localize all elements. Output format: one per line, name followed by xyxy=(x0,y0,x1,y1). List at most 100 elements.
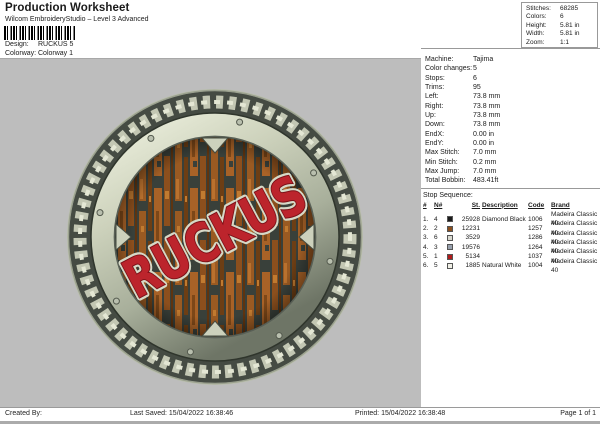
stat-value: 6 xyxy=(560,13,564,21)
info-label: Up: xyxy=(425,111,473,120)
machine-info-row: Machine:Tajima xyxy=(425,55,600,64)
machine-info: Machine:Tajima Color changes:5 Stops:6 T… xyxy=(421,49,600,186)
rivet-icon xyxy=(237,119,243,125)
machine-info-row: Left:73.8 mm xyxy=(425,92,600,101)
rivet-icon xyxy=(187,349,193,355)
machine-info-row: Up:73.8 mm xyxy=(425,111,600,120)
machine-info-row: EndX:0.00 in xyxy=(425,130,600,139)
stat-label: Zoom: xyxy=(526,39,560,47)
thread-color-swatch xyxy=(447,254,453,260)
stop-sequence-table: # N# St. Description Code Brand 1.4 2592… xyxy=(423,201,600,266)
machine-info-row: Stops:6 xyxy=(425,74,600,83)
info-label: Right: xyxy=(425,102,473,111)
stat-label: Width: xyxy=(526,30,560,38)
stat-value: 5.81 in xyxy=(560,30,580,38)
machine-info-row: Min Stitch:0.2 mm xyxy=(425,158,600,167)
design-row: Design: RUCKUS 5 xyxy=(5,40,73,49)
thread-color-swatch xyxy=(447,235,453,241)
info-value: 73.8 mm xyxy=(473,111,500,120)
machine-info-row: Total Bobbin:483.41ft xyxy=(425,176,600,185)
info-value: 6 xyxy=(473,74,477,83)
col-description: Description xyxy=(482,201,528,210)
info-value: 73.8 mm xyxy=(473,92,500,101)
rivet-icon xyxy=(97,210,103,216)
info-label: Max Stitch: xyxy=(425,148,473,157)
rivet-icon xyxy=(113,298,119,304)
rivet-icon xyxy=(327,258,333,264)
info-label: Left: xyxy=(425,92,473,101)
info-value: Tajima xyxy=(473,55,493,64)
machine-info-row: Max Stitch:7.0 mm xyxy=(425,148,600,157)
design-label: Design: xyxy=(5,40,38,49)
stop-sequence-header: # N# St. Description Code Brand xyxy=(423,201,600,210)
stat-row: Height:5.81 in xyxy=(526,22,597,30)
info-label: Min Stitch: xyxy=(425,158,473,167)
col-brand: Brand xyxy=(551,201,600,210)
info-value: 7.0 mm xyxy=(473,148,496,157)
stat-row: Width:5.81 in xyxy=(526,30,597,38)
info-value: 0.00 in xyxy=(473,139,494,148)
stat-row: Zoom:1:1 xyxy=(526,39,597,47)
stat-value: 5.81 in xyxy=(560,22,580,30)
machine-info-row: Color changes:5 xyxy=(425,64,600,73)
stat-value: 68285 xyxy=(560,5,578,13)
info-label: EndX: xyxy=(425,130,473,139)
info-value: 73.8 mm xyxy=(473,102,500,111)
info-value: 483.41ft xyxy=(473,176,498,185)
info-label: Total Bobbin: xyxy=(425,176,473,185)
info-label: Stops: xyxy=(425,74,473,83)
thread-color-swatch xyxy=(447,216,453,222)
info-value: 0.00 in xyxy=(473,130,494,139)
colorway-value: Colorway 1 xyxy=(38,49,73,58)
thread-color-swatch xyxy=(447,226,453,232)
col-n: N# xyxy=(434,201,447,210)
page-title: Production Worksheet xyxy=(5,2,129,14)
info-label: Color changes: xyxy=(425,64,473,73)
page-number: Page 1 of 1 xyxy=(560,410,596,417)
machine-info-row: EndY:0.00 in xyxy=(425,139,600,148)
design-value: RUCKUS 5 xyxy=(38,40,73,49)
col-code: Code xyxy=(528,201,551,210)
stat-label: Height: xyxy=(526,22,560,30)
col-st: St. xyxy=(457,201,482,210)
stat-row: Colors:6 xyxy=(526,13,597,21)
col-num: # xyxy=(423,201,434,210)
stat-row: Stitches:68285 xyxy=(526,5,597,13)
machine-info-row: Trims:95 xyxy=(425,83,600,92)
stop-sequence-section: Stop Sequence: # N# St. Description Code… xyxy=(421,188,600,266)
thread-color-swatch xyxy=(447,244,453,250)
embroidery-badge: RUCKUS RUCKUS xyxy=(65,87,365,387)
colorway-row: Colorway: Colorway 1 xyxy=(5,49,73,58)
printed-text: Printed: 15/04/2022 16:38:48 xyxy=(355,410,445,417)
design-meta: Design: RUCKUS 5 Colorway: Colorway 1 xyxy=(5,40,73,58)
barcode-icon xyxy=(4,26,76,40)
machine-info-row: Right:73.8 mm xyxy=(425,102,600,111)
info-value: 5 xyxy=(473,64,477,73)
rivet-icon xyxy=(311,170,317,176)
app-subtitle: Wilcom EmbroideryStudio – Level 3 Advanc… xyxy=(5,16,149,23)
stat-label: Colors: xyxy=(526,13,560,21)
design-canvas: RUCKUS RUCKUS xyxy=(0,59,421,407)
info-label: Max Jump: xyxy=(425,167,473,176)
colorway-label: Colorway: xyxy=(5,49,38,58)
info-value: 0.2 mm xyxy=(473,158,496,167)
stat-value: 1:1 xyxy=(560,39,569,47)
info-label: Machine: xyxy=(425,55,473,64)
info-value: 73.8 mm xyxy=(473,120,500,129)
thread-color-swatch xyxy=(447,263,453,269)
footer: Created By: Last Saved: 15/04/2022 16:38… xyxy=(0,407,600,424)
info-label: Trims: xyxy=(425,83,473,92)
rivet-icon xyxy=(276,333,282,339)
created-by-label: Created By: xyxy=(5,410,42,417)
right-panel: Machine:Tajima Color changes:5 Stops:6 T… xyxy=(421,48,600,407)
info-label: Down: xyxy=(425,120,473,129)
info-label: EndY: xyxy=(425,139,473,148)
stat-label: Stitches: xyxy=(526,5,560,13)
production-worksheet-page: { "header": { "title": "Production Works… xyxy=(0,0,600,424)
machine-info-row: Down:73.8 mm xyxy=(425,120,600,129)
machine-info-row: Max Jump:7.0 mm xyxy=(425,167,600,176)
stop-sequence-title: Stop Sequence: xyxy=(423,191,600,200)
last-saved-text: Last Saved: 15/04/2022 16:38:46 xyxy=(130,410,233,417)
info-value: 7.0 mm xyxy=(473,167,496,176)
rivet-icon xyxy=(148,135,154,141)
